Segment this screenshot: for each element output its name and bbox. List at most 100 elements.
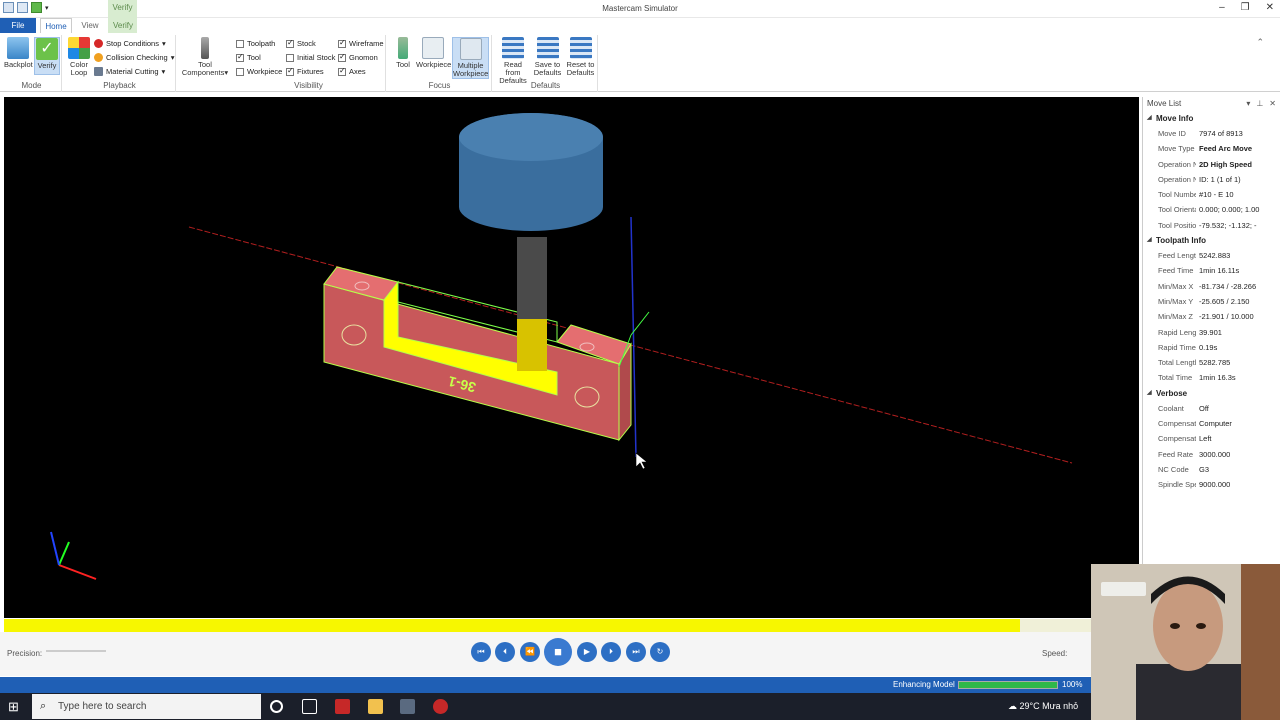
read-from-defaults-button[interactable]: Read from Defaults bbox=[496, 37, 530, 85]
cortana-icon[interactable] bbox=[270, 700, 283, 713]
precision-slider[interactable] bbox=[46, 650, 106, 652]
section-move-info[interactable]: Move Info bbox=[1143, 111, 1280, 126]
close-icon[interactable]: ✕ bbox=[1266, 2, 1274, 13]
property-row[interactable]: Min/Max X -81.734 / -28.266 bbox=[1143, 279, 1280, 294]
focus-workpiece-button[interactable]: Workpiece bbox=[416, 37, 451, 69]
property-row[interactable]: Min/Max Y -25.605 / 2.150 bbox=[1143, 294, 1280, 309]
panel-close-icon[interactable]: ✕ bbox=[1269, 97, 1276, 111]
go-to-end-button[interactable]: ⏭ bbox=[626, 642, 646, 662]
material-cutting-button[interactable]: Material Cutting ▾ bbox=[94, 67, 165, 76]
tool-components-button[interactable]: Tool Components▾ bbox=[180, 37, 230, 77]
color-loop-icon bbox=[68, 37, 90, 59]
axes-checkbox[interactable]: Axes bbox=[338, 66, 366, 76]
property-value: ID: 1 (1 of 1) bbox=[1199, 174, 1241, 184]
focus-tool-button[interactable]: Tool bbox=[392, 37, 414, 69]
weather-widget[interactable]: ☁ 29°C Mưa nhỏ bbox=[1008, 701, 1078, 712]
step-forward-button[interactable]: ⏵ bbox=[601, 642, 621, 662]
property-row[interactable]: Operation Na2D High Speed bbox=[1143, 157, 1280, 172]
backplot-button[interactable]: Backplot bbox=[4, 37, 33, 69]
property-row[interactable]: CompensationLeft bbox=[1143, 431, 1280, 446]
move-list-panel: Move List ▾ ⊥ ✕ Move Info Move ID 7974 of… bbox=[1142, 97, 1280, 564]
property-value: 7974 of 8913 bbox=[1199, 129, 1243, 138]
fixtures-checkbox[interactable]: Fixtures bbox=[286, 66, 324, 76]
loop-button[interactable]: ↻ bbox=[650, 642, 670, 662]
save-to-defaults-button[interactable]: Save to Defaults bbox=[531, 37, 564, 77]
workpiece-checkbox[interactable]: Workpiece bbox=[236, 67, 282, 76]
ribbon-collapse-icon[interactable]: ⌃ bbox=[1256, 37, 1264, 48]
color-loop-button[interactable]: Color Loop bbox=[67, 37, 91, 77]
property-key: Tool Position bbox=[1158, 220, 1196, 230]
collision-checking-button[interactable]: Collision Checking ▾ bbox=[94, 53, 174, 62]
stop-conditions-button[interactable]: Stop Conditions ▾ bbox=[94, 39, 166, 48]
property-row[interactable]: Move ID 7974 of 8913 bbox=[1143, 126, 1280, 141]
toolpath-checkbox[interactable]: Toolpath bbox=[236, 39, 275, 48]
gnomon-checkbox[interactable]: Gnomon bbox=[338, 52, 378, 62]
play-forward-button[interactable]: ▶ bbox=[577, 642, 597, 662]
simulation-viewport[interactable]: 36-1 bbox=[4, 97, 1139, 618]
playback-progress-bar[interactable] bbox=[4, 619, 1139, 632]
minimize-icon[interactable]: – bbox=[1219, 2, 1225, 13]
file-explorer-icon[interactable] bbox=[368, 699, 383, 714]
property-row[interactable]: Rapid Length39.901 bbox=[1143, 325, 1280, 340]
tab-view[interactable]: View bbox=[78, 18, 102, 33]
restore-icon[interactable]: ❐ bbox=[1241, 2, 1250, 13]
tool-checkbox[interactable]: Tool bbox=[236, 52, 261, 62]
property-row[interactable]: Total Length 5282.785 bbox=[1143, 355, 1280, 370]
property-row[interactable]: Tool Position-79.532; -1.132; - bbox=[1143, 218, 1280, 233]
property-row[interactable]: Min/Max Z -21.901 / 10.000 bbox=[1143, 309, 1280, 324]
verify-button[interactable]: ✓ Verify bbox=[34, 37, 60, 75]
title-bar: Verify ▾ Mastercam Simulator – ❐ ✕ bbox=[0, 0, 1280, 34]
property-key: Feed Rate bbox=[1158, 449, 1194, 459]
pdf-app-icon[interactable] bbox=[335, 699, 350, 714]
tab-home[interactable]: Home bbox=[40, 18, 72, 33]
property-row[interactable]: Move Type Feed Arc Move bbox=[1143, 141, 1280, 156]
section-verbose[interactable]: Verbose bbox=[1143, 386, 1280, 401]
property-row[interactable]: Tool Orientati0.000; 0.000; 1.00 bbox=[1143, 202, 1280, 217]
go-to-start-button[interactable]: ⏮ bbox=[471, 642, 491, 662]
property-row[interactable]: Feed Time 1min 16.11s bbox=[1143, 263, 1280, 278]
save-defaults-label-2: Defaults bbox=[533, 68, 562, 77]
section-toolpath-info[interactable]: Toolpath Info bbox=[1143, 233, 1280, 248]
property-value: -25.605 / 2.150 bbox=[1199, 296, 1250, 306]
property-row[interactable]: Coolant Off bbox=[1143, 401, 1280, 416]
initial-stock-checkbox[interactable]: Initial Stock bbox=[286, 53, 335, 62]
checkbox-checked-icon bbox=[338, 38, 346, 48]
property-row[interactable]: CompensationComputer bbox=[1143, 416, 1280, 431]
focus-multiple-workpiece-button[interactable]: Multiple Workpiece bbox=[452, 37, 489, 79]
taskbar-search-box[interactable]: ⌕ Type here to search bbox=[32, 694, 261, 719]
property-key: Compensation bbox=[1158, 419, 1196, 429]
gnomon-label: Gnomon bbox=[349, 53, 378, 62]
pin-icon[interactable]: ⊥ bbox=[1256, 97, 1263, 111]
property-row[interactable]: Rapid Time 0.19s bbox=[1143, 340, 1280, 355]
checkbox-checked-icon bbox=[236, 52, 244, 62]
status-label: Enhancing Model bbox=[893, 680, 955, 689]
play-icon: ▶ bbox=[583, 647, 591, 656]
property-key: Coolant bbox=[1158, 403, 1184, 413]
focus-workpiece-icon bbox=[422, 37, 444, 59]
stock-checkbox[interactable]: Stock bbox=[286, 38, 316, 48]
property-row[interactable]: Tool Number#10 - E 10 bbox=[1143, 187, 1280, 202]
property-row[interactable]: Operation NuID: 1 (1 of 1) bbox=[1143, 172, 1280, 187]
skip-end-icon: ⏭ bbox=[632, 647, 640, 656]
step-back-button[interactable]: ⏴ bbox=[495, 642, 515, 662]
property-row[interactable]: Feed Rate 3000.000 bbox=[1143, 447, 1280, 462]
reset-to-defaults-button[interactable]: Reset to Defaults bbox=[564, 37, 597, 77]
tab-file[interactable]: File bbox=[0, 18, 36, 33]
play-backward-button[interactable]: ⏪ bbox=[520, 642, 540, 662]
property-row[interactable]: Feed Length 5242.883 bbox=[1143, 248, 1280, 263]
task-view-icon[interactable] bbox=[302, 699, 317, 714]
save-defaults-icon bbox=[536, 37, 559, 59]
windows-start-icon[interactable]: ⊞ bbox=[8, 699, 23, 714]
mastercam-app-icon[interactable] bbox=[400, 699, 415, 714]
property-row[interactable]: Total Time 1min 16.3s bbox=[1143, 370, 1280, 385]
property-value: 0.000; 0.000; 1.00 bbox=[1199, 205, 1260, 215]
simulator-app-icon[interactable] bbox=[433, 699, 448, 714]
panel-dropdown-icon[interactable]: ▾ bbox=[1246, 97, 1250, 111]
property-row[interactable]: Spindle Speed9000.000 bbox=[1143, 477, 1280, 492]
group-focus: Tool Workpiece Multiple Workpiece Focus bbox=[388, 35, 492, 92]
property-row[interactable]: NC Code G3 bbox=[1143, 462, 1280, 477]
checkbox-checked-icon bbox=[286, 66, 294, 76]
stop-button[interactable]: ■ bbox=[544, 638, 572, 666]
tab-verify[interactable]: Verify bbox=[110, 18, 136, 33]
wireframe-checkbox[interactable]: Wireframe bbox=[338, 38, 384, 48]
